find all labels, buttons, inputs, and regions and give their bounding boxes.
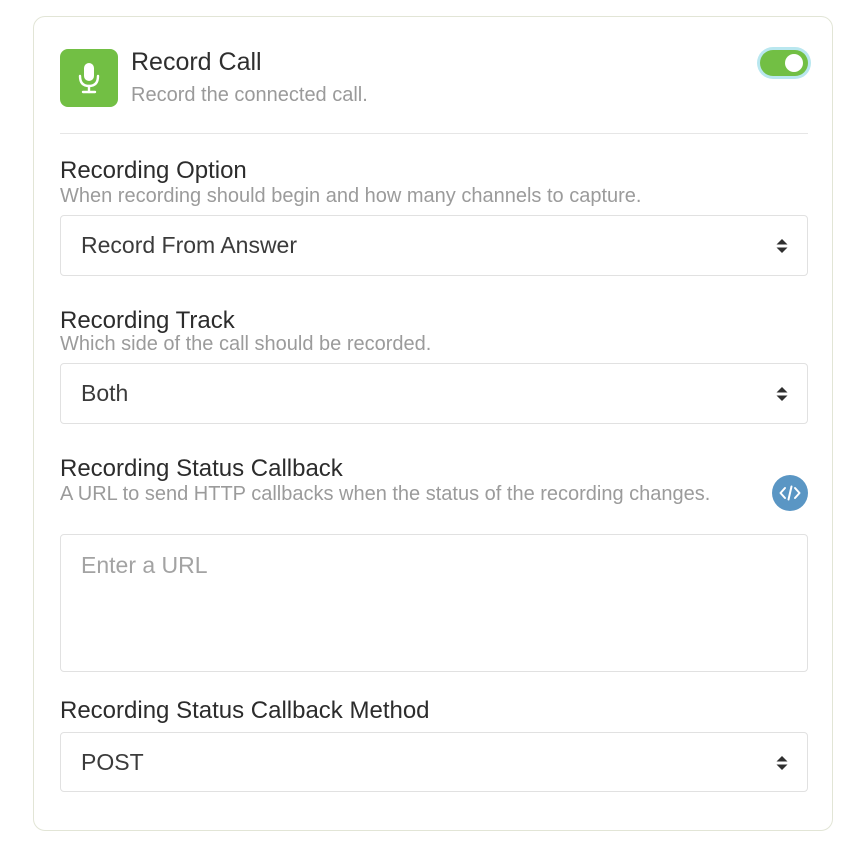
recording-track-select[interactable]: Both bbox=[60, 363, 808, 424]
recording-option-select[interactable]: Record From Answer bbox=[60, 215, 808, 276]
card-title: Record Call bbox=[131, 48, 262, 76]
select-caret-icon bbox=[776, 756, 788, 770]
recording-option-label: Recording Option bbox=[60, 157, 247, 184]
microphone-icon bbox=[60, 49, 118, 107]
record-call-card: Record Call Record the connected call. R… bbox=[33, 16, 833, 831]
callback-method-label: Recording Status Callback Method bbox=[60, 697, 430, 724]
record-call-toggle[interactable] bbox=[760, 50, 808, 76]
recording-status-callback-help: A URL to send HTTP callbacks when the st… bbox=[60, 483, 711, 505]
select-caret-icon bbox=[776, 239, 788, 253]
code-icon[interactable] bbox=[772, 475, 808, 511]
select-caret-icon bbox=[776, 387, 788, 401]
recording-status-callback-label: Recording Status Callback bbox=[60, 455, 343, 482]
header-divider bbox=[60, 133, 808, 134]
recording-track-label: Recording Track bbox=[60, 307, 235, 334]
toggle-knob bbox=[785, 54, 803, 72]
recording-option-help: When recording should begin and how many… bbox=[60, 185, 642, 207]
callback-method-value: POST bbox=[81, 749, 144, 775]
callback-method-select[interactable]: POST bbox=[60, 732, 808, 792]
recording-track-help: Which side of the call should be recorde… bbox=[60, 333, 432, 355]
url-placeholder: Enter a URL bbox=[81, 552, 208, 578]
recording-option-value: Record From Answer bbox=[81, 232, 298, 258]
card-subtitle: Record the connected call. bbox=[131, 84, 368, 106]
recording-status-callback-input[interactable]: Enter a URL bbox=[60, 534, 808, 672]
card-header: Record Call Record the connected call. bbox=[60, 47, 808, 107]
recording-track-value: Both bbox=[81, 380, 129, 406]
